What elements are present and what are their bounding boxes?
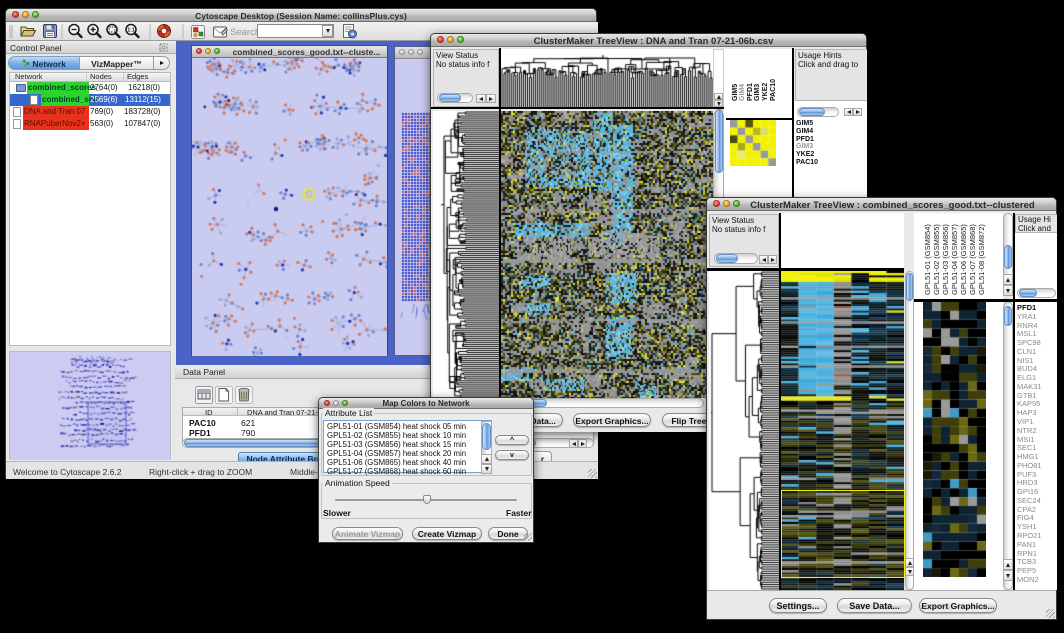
svg-text:1:1: 1:1 <box>127 28 134 34</box>
